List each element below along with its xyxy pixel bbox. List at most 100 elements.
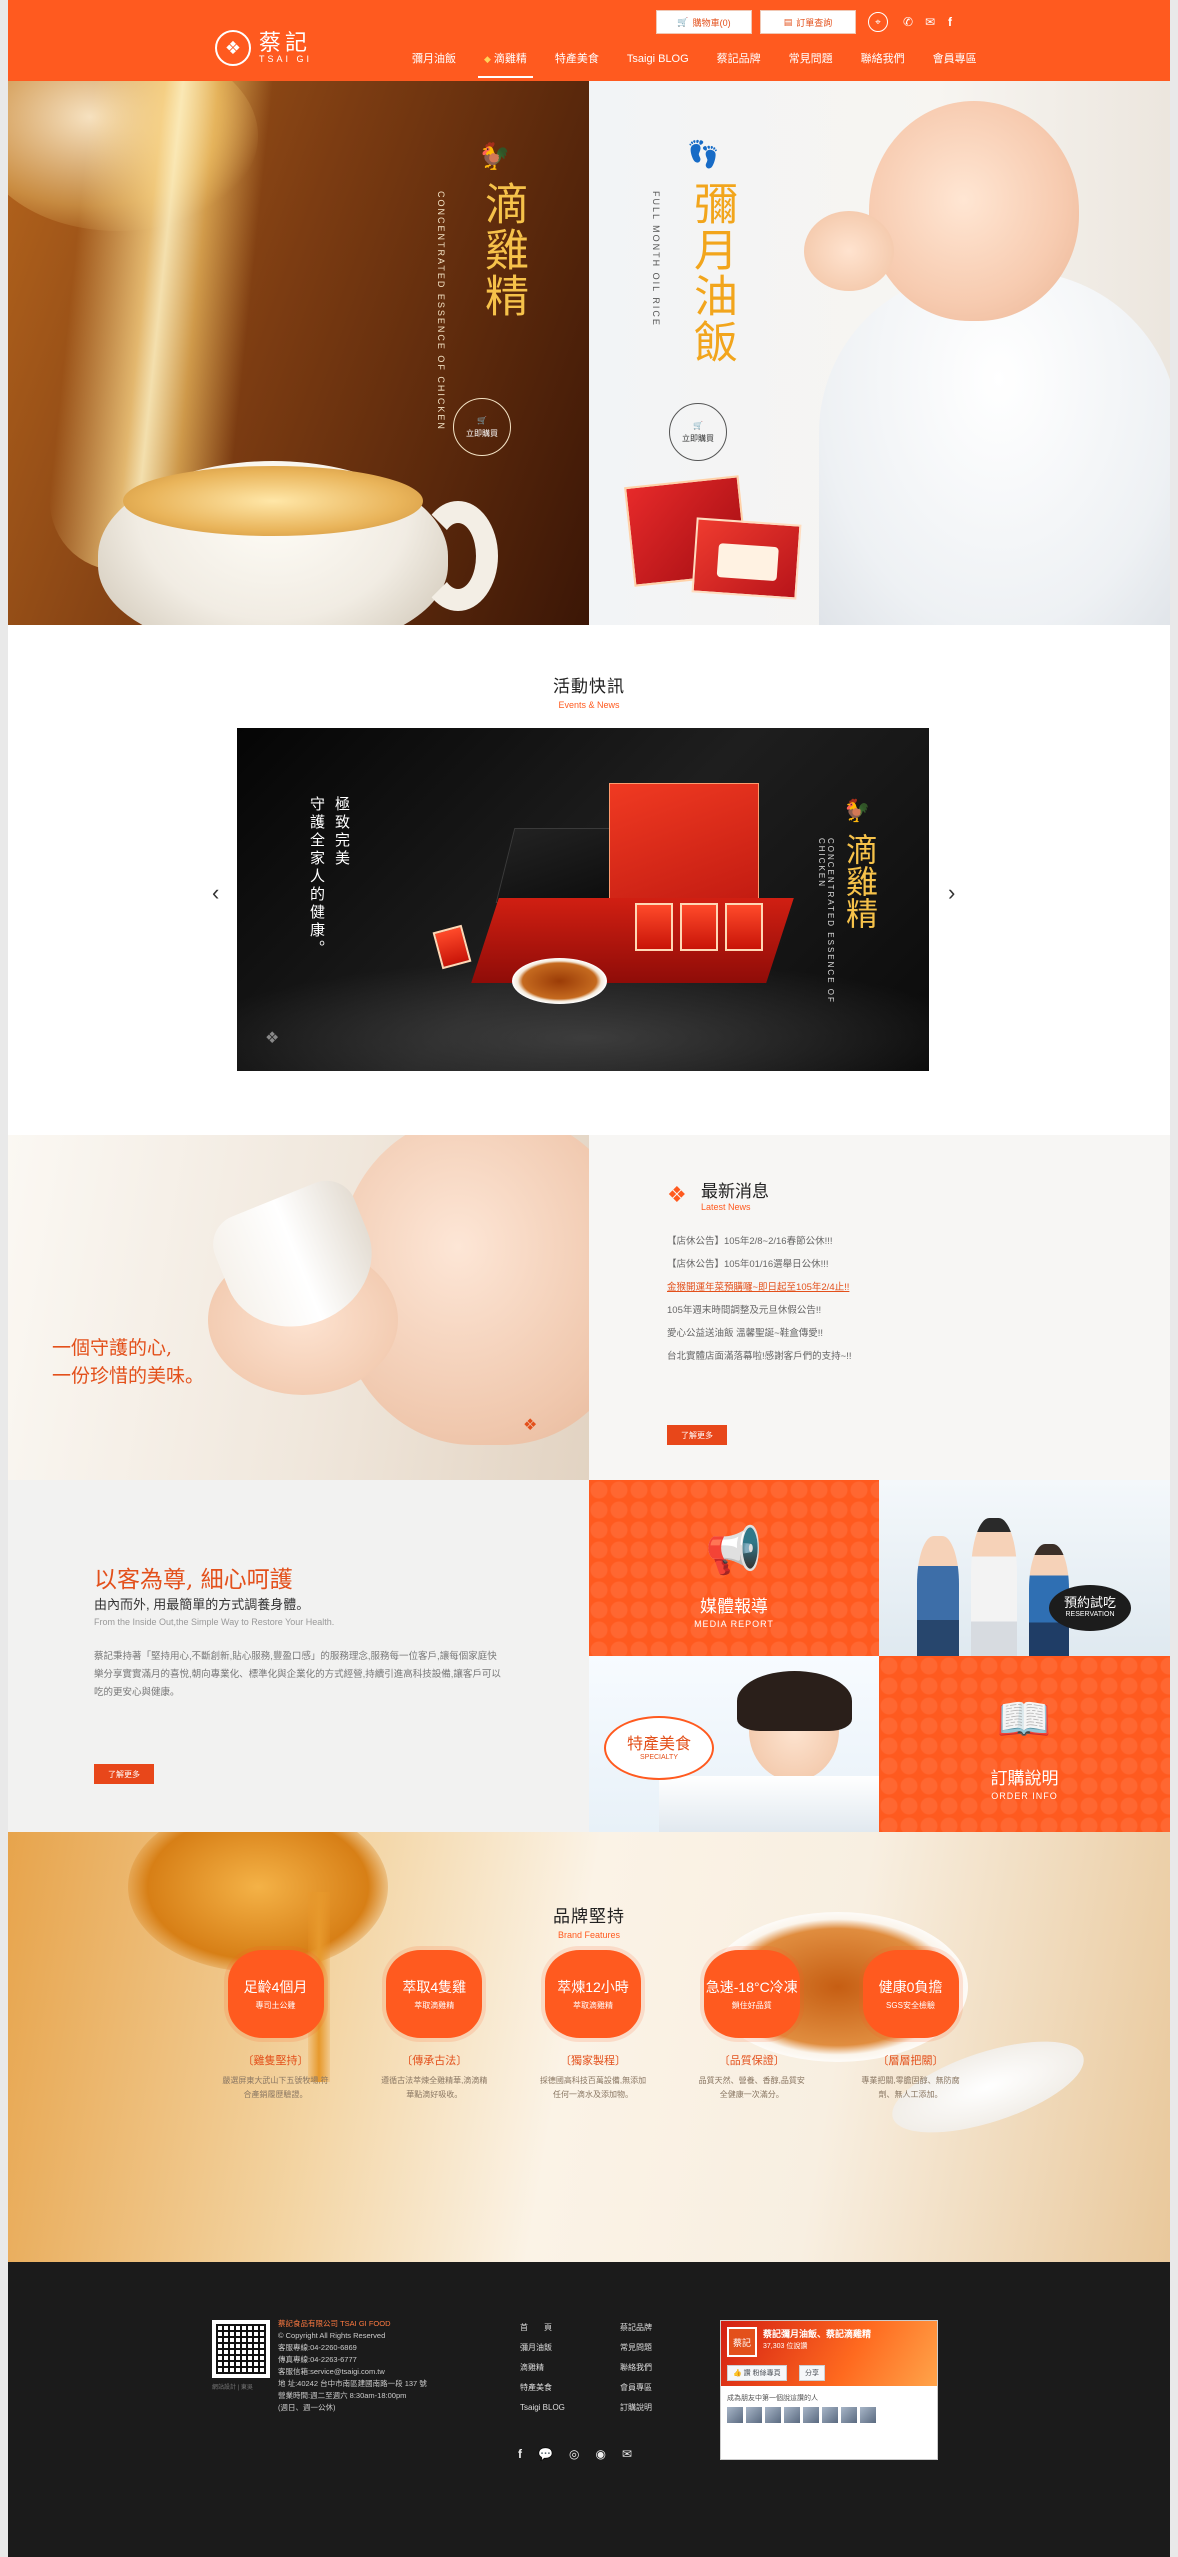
news-subtitle: Latest News — [701, 1202, 751, 1212]
nav-item-brand[interactable]: 蔡記品牌 — [703, 49, 775, 69]
nav-item-contact[interactable]: 聯絡我們 — [847, 49, 919, 69]
news-item[interactable]: 【店休公告】105年2/8~2/16春節公休!!! — [667, 1230, 851, 1253]
hero-oil-rice[interactable]: 👣 彌月油飯 FULL MONTH OIL RICE 🛒 立即購買 — [589, 81, 1170, 625]
facebook-page-widget[interactable]: 蔡記 蔡記彌月油飯、蔡記滴雞精 37,303 位說讚 👍 讚 粉絲專頁 分享 成… — [720, 2320, 938, 2460]
avatar[interactable] — [841, 2407, 857, 2423]
news-title: 最新消息 — [701, 1182, 769, 1201]
banner-logo-icon: ❖ — [265, 1030, 280, 1047]
mail-icon[interactable]: ✉ — [622, 2447, 632, 2461]
avatar[interactable] — [860, 2407, 876, 2423]
footer-link[interactable]: Tsaigi BLOG — [520, 2398, 565, 2418]
nav-item-chicken-essence[interactable]: 滴雞精 — [470, 49, 541, 78]
news-item[interactable]: 105年週末時間調整及元旦休假公告!! — [667, 1299, 851, 1322]
news-item-highlight[interactable]: 金猴開運年菜預購囉~即日起至105年2/4止!! — [667, 1276, 851, 1299]
features-subtitle: Brand Features — [557, 1930, 621, 1940]
order-query-button[interactable]: ▤ 訂單查詢 — [760, 10, 856, 34]
footer-email[interactable]: 客服信箱:service@tsaigi.com.tw — [278, 2366, 427, 2378]
logo-name-cn: 蔡記 — [259, 30, 312, 56]
order-info-en: ORDER INFO — [991, 1791, 1058, 1801]
nav-item-faq[interactable]: 常見問題 — [775, 49, 847, 69]
order-info-tile[interactable]: 📖 訂購說明 ORDER INFO — [879, 1656, 1170, 1832]
brand-logo[interactable]: ❖ 蔡記 TSAI GI — [215, 30, 312, 66]
avatar[interactable] — [822, 2407, 838, 2423]
avatar[interactable] — [784, 2407, 800, 2423]
fb-like-button[interactable]: 👍 讚 粉絲專頁 — [727, 2365, 787, 2381]
footer-link[interactable]: 特產美食 — [520, 2378, 565, 2398]
fb-page-name[interactable]: 蔡記彌月油飯、蔡記滴雞精 — [763, 2327, 871, 2340]
footer-copyright: © Copyright All Rights Reserved — [278, 2331, 386, 2340]
specialty-tile[interactable]: 特產美食 SPECIALTY — [589, 1656, 879, 1832]
footer-address: 地 址:40242 台中市南區建國南路一段 137 號 — [278, 2379, 427, 2388]
feature-title: 〔雞隻堅持〕 — [242, 2055, 309, 2067]
feature-desc: 專業把關,零膽固醇、無防腐劑、無人工添加。 — [861, 2076, 960, 2099]
footer-link[interactable]: 常見問題 — [620, 2338, 652, 2358]
nav-item-oil-rice[interactable]: 彌月油飯 — [398, 49, 470, 69]
footer-link[interactable]: 首 頁 — [520, 2318, 565, 2338]
footer-links-col-1: 首 頁 彌月油飯 滴雞精 特產美食 Tsaigi BLOG — [520, 2318, 565, 2418]
news-item[interactable]: 愛心公益送油飯 溫馨聖誕~鞋盒傳愛!! — [667, 1322, 851, 1345]
line-icon[interactable]: 💬 — [538, 2447, 553, 2461]
fb-share-button[interactable]: 分享 — [799, 2365, 825, 2381]
nav-item-specialty[interactable]: 特產美食 — [541, 49, 613, 69]
child-image — [917, 1536, 959, 1656]
carousel-prev-button[interactable]: ‹ — [212, 880, 219, 906]
footer-link[interactable]: 蔡記品牌 — [620, 2318, 652, 2338]
avatar[interactable] — [727, 2407, 743, 2423]
feature-badge: 足齡4個月 專司土公雞 〔雞隻堅持〕 嚴選屏東大武山下五號牧場,符合產銷履歷驗證… — [203, 1950, 348, 2102]
gift-box-small-image — [691, 517, 802, 600]
footer-link[interactable]: 彌月油飯 — [520, 2338, 565, 2358]
avatar[interactable] — [765, 2407, 781, 2423]
cup-handle-image — [418, 501, 498, 611]
phone-icon[interactable]: ✆ — [898, 12, 918, 32]
sachet-image — [635, 903, 673, 951]
facebook-icon[interactable]: f — [940, 12, 960, 32]
banner-slogan-1: 極致完美 — [333, 796, 351, 868]
footer-link[interactable]: 滴雞精 — [520, 2358, 565, 2378]
footer-link[interactable]: 聯絡我們 — [620, 2358, 652, 2378]
features-heading: 品牌堅持 Brand Features — [8, 1902, 1170, 1940]
news-panel: ❖ 最新消息 Latest News 【店休公告】105年2/8~2/16春節公… — [589, 1135, 1170, 1480]
service-body: 蔡記秉持著「堅持用心,不斷創新,貼心服務,豐盈口感」的服務理念,服務每一位客戶,… — [94, 1651, 501, 1698]
carousel-next-button[interactable]: › — [948, 880, 955, 906]
media-report-tile[interactable]: 📢 媒體報導 MEDIA REPORT — [589, 1480, 879, 1656]
buy-label: 立即購買 — [466, 428, 498, 438]
avatar[interactable] — [803, 2407, 819, 2423]
hero-right-buy-button[interactable]: 🛒 立即購買 — [669, 403, 727, 461]
events-banner[interactable]: 極致完美 守護全家人的健康。 ❖ 🐓 滴雞精 CONCENTRATED ESSE… — [237, 728, 929, 1071]
child-image — [971, 1518, 1017, 1656]
cart-button[interactable]: 🛒 購物車(0) — [656, 10, 752, 34]
facebook-icon[interactable]: f — [518, 2447, 522, 2461]
news-item[interactable]: 台北實體店面滿落幕啦!感謝客戶們的支持~!! — [667, 1345, 851, 1368]
feature-title: 〔傳承古法〕 — [401, 2055, 468, 2067]
feature-desc: 遵循古法萃煉全雞精華,滴滴精華點滴好吸收。 — [381, 2076, 488, 2099]
footer-link[interactable]: 訂購說明 — [620, 2398, 652, 2418]
instagram-icon[interactable]: ◎ — [569, 2447, 579, 2461]
news-item[interactable]: 【店休公告】105年01/16選舉日公休!!! — [667, 1253, 851, 1276]
feature-title: 〔品質保證〕 — [718, 2055, 785, 2067]
footer-company: 蔡記食品有限公司 TSAI GI FOOD — [278, 2319, 391, 2328]
feature-badge-shape: 足齡4個月 專司土公雞 — [227, 1950, 324, 2038]
service-title: 以客為尊, 細心呵護 — [94, 1567, 293, 1593]
media-report-en: MEDIA REPORT — [694, 1619, 774, 1629]
map-pin-icon[interactable]: ⌖ — [868, 12, 888, 32]
service-more-button[interactable]: 了解更多 — [94, 1764, 154, 1784]
weibo-icon[interactable]: ◉ — [595, 2447, 605, 2461]
mail-icon[interactable]: ✉ — [920, 12, 940, 32]
news-more-button[interactable]: 了解更多 — [667, 1425, 727, 1445]
footer-social: f 💬 ◎ ◉ ✉ — [518, 2447, 632, 2461]
reservation-tile[interactable]: 預約試吃 RESERVATION — [879, 1480, 1170, 1656]
feature-desc: 品質天然、營養、香醇,品質安全健康一次滿分。 — [698, 2076, 805, 2099]
feature-badge-main: 萃取4隻雞 — [402, 1979, 467, 1995]
hero-left-title: 滴雞精 — [477, 181, 528, 319]
news-list: 【店休公告】105年2/8~2/16春節公休!!! 【店休公告】105年01/1… — [667, 1230, 851, 1368]
hero-left-buy-button[interactable]: 🛒 立即購買 — [453, 398, 511, 456]
media-report-label: 媒體報導 — [700, 1597, 768, 1616]
footer-link[interactable]: 會員專區 — [620, 2378, 652, 2398]
footer-contact-info: 蔡記食品有限公司 TSAI GI FOOD © Copyright All Ri… — [278, 2318, 427, 2414]
avatar[interactable] — [746, 2407, 762, 2423]
nav-item-blog[interactable]: Tsaigi BLOG — [613, 49, 703, 69]
service-panel: 以客為尊, 細心呵護 由內而外, 用最簡單的方式調養身體。 From the I… — [8, 1480, 589, 1832]
hero-chicken-essence[interactable]: 🐓 滴雞精 CONCENTRATED ESSENCE OF CHICKEN 🛒 … — [8, 81, 589, 625]
nav-item-member[interactable]: 會員專區 — [919, 49, 991, 69]
feature-badge-shape: 萃取4隻雞 萃取滴雞精 — [386, 1950, 483, 2038]
